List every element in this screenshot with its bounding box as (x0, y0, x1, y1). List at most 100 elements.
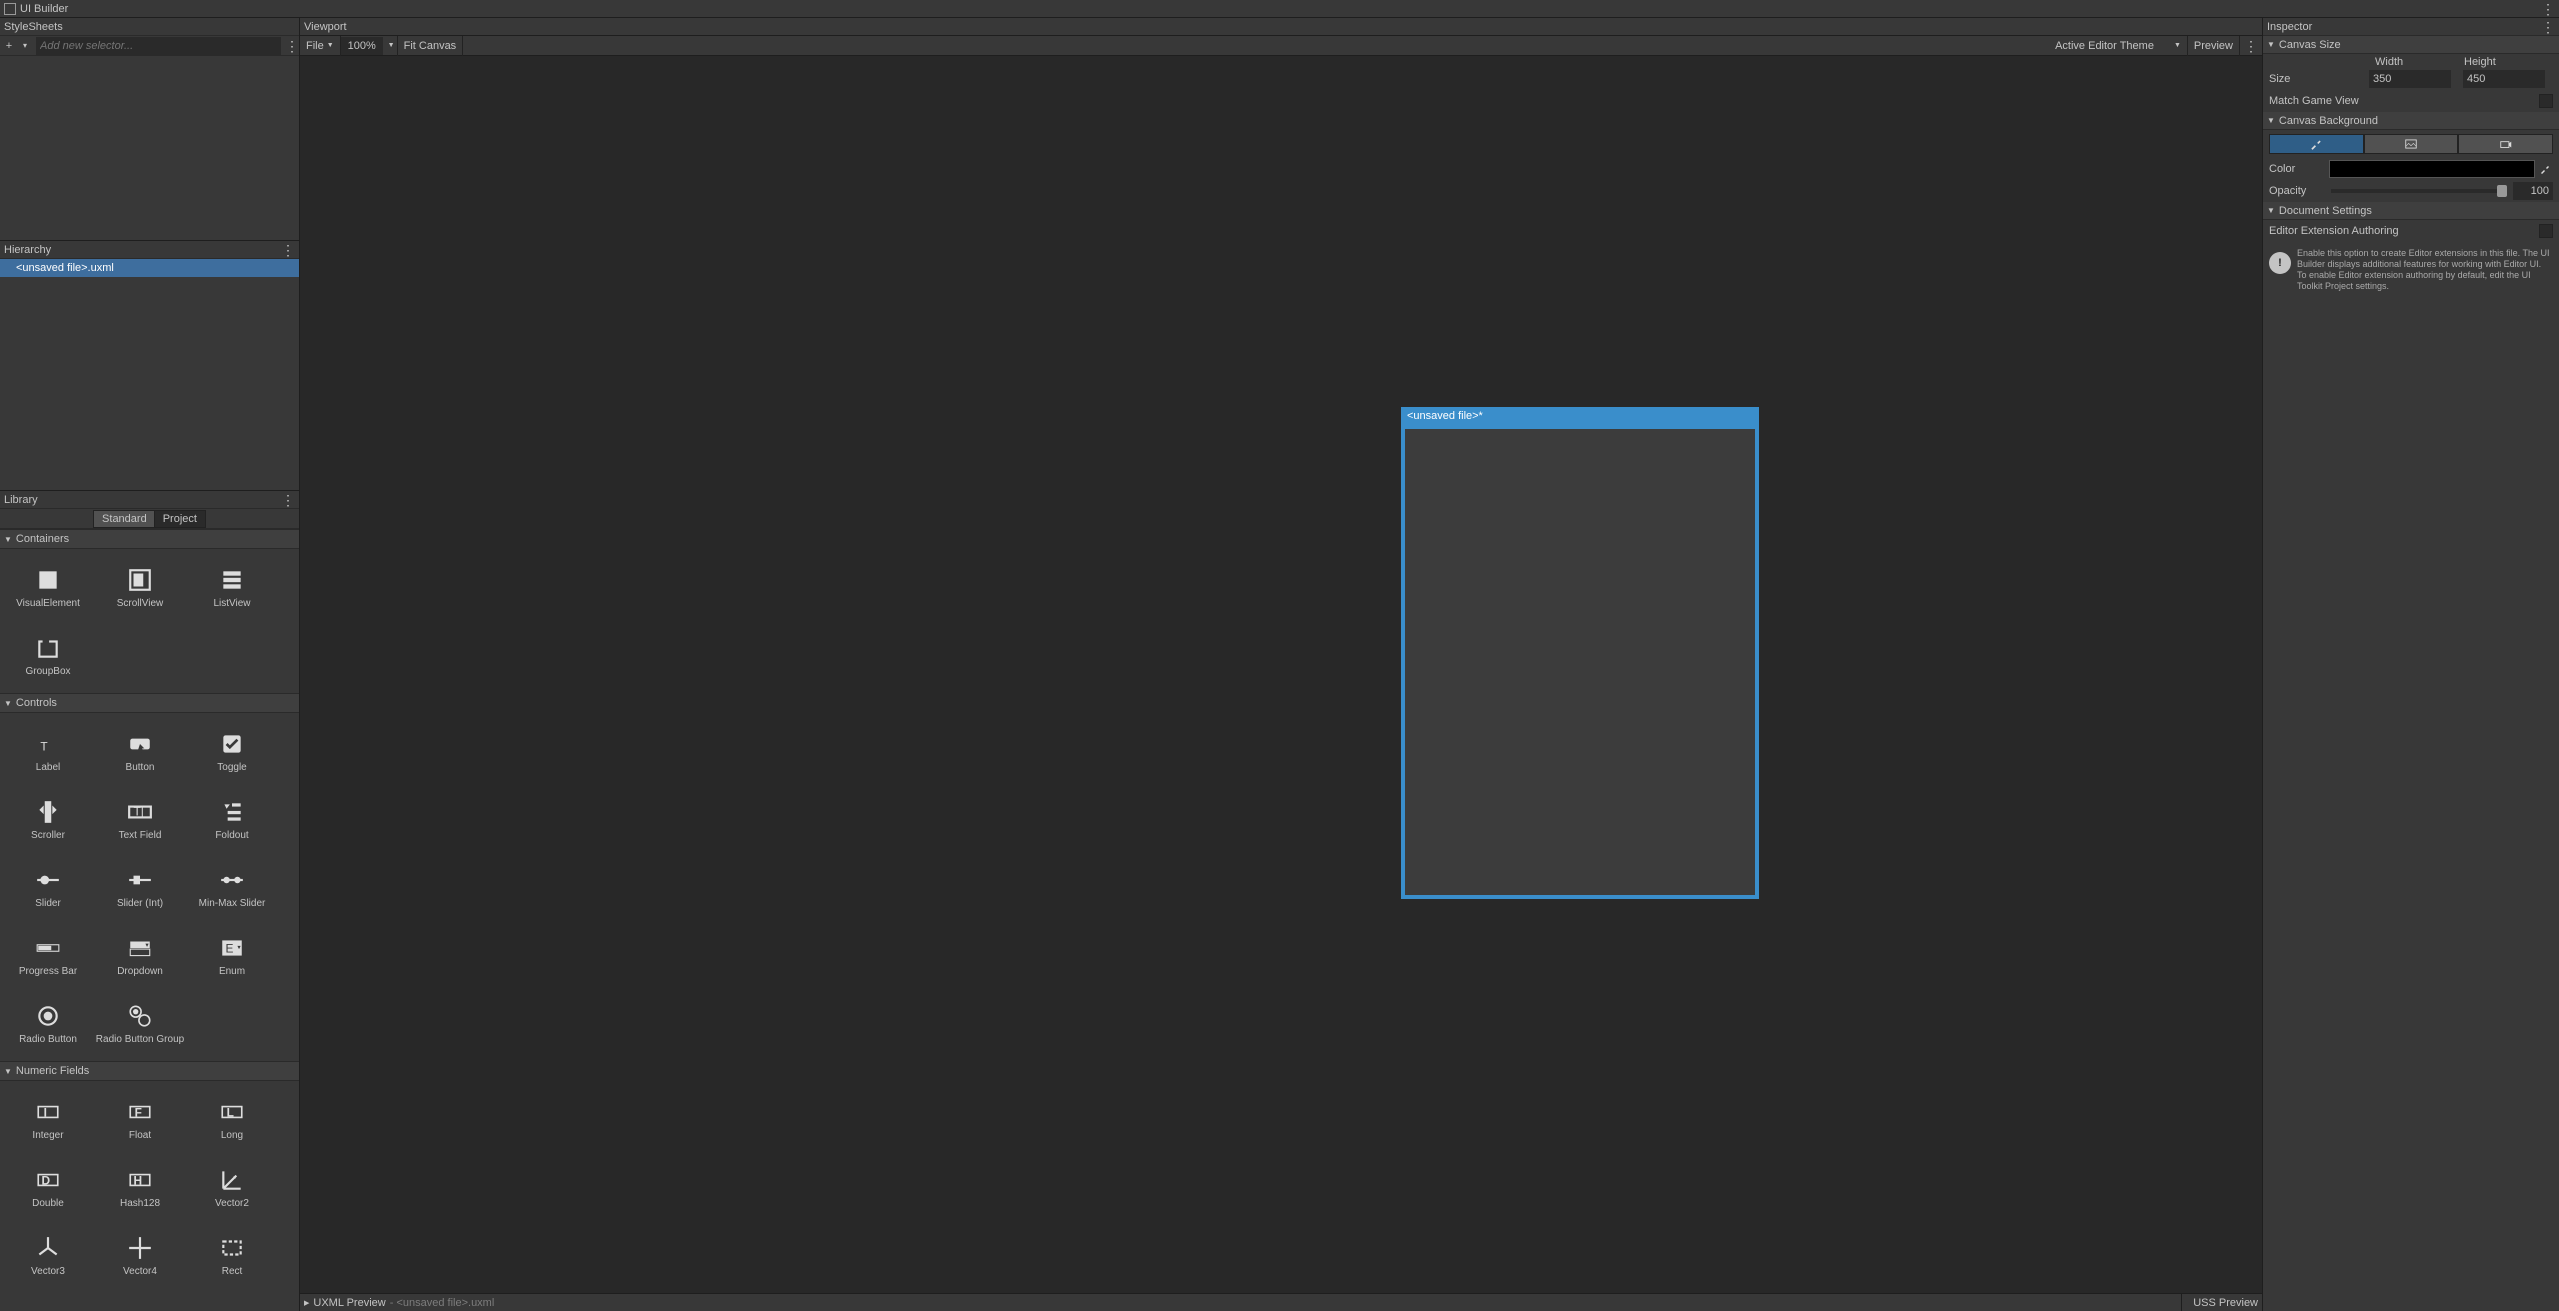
canvas-inner[interactable] (1405, 429, 1755, 895)
viewport-toolbar: File ▼ ▼ Fit Canvas Active Editor Theme … (300, 36, 2262, 56)
svg-text:E: E (226, 941, 234, 955)
canvas-title-bar[interactable]: <unsaved file>* (1401, 407, 1759, 425)
lib-progressbar[interactable]: Progress Bar (2, 921, 94, 989)
tab-project[interactable]: Project (154, 510, 206, 528)
hierarchy-root-label: <unsaved file>.uxml (16, 262, 114, 274)
title-bar: UI Builder ⋮ (0, 0, 2559, 18)
lib-toggle[interactable]: Toggle (186, 717, 278, 785)
app-title: UI Builder (20, 3, 2541, 15)
category-containers[interactable]: ▼ Containers (0, 529, 299, 549)
integer-icon: I (34, 1098, 62, 1126)
section-canvas-background[interactable]: ▼ Canvas Background (2263, 112, 2559, 130)
inspector-title: Inspector (2267, 21, 2312, 33)
color-swatch[interactable] (2329, 160, 2535, 178)
bg-tab-image[interactable] (2364, 134, 2459, 154)
lib-scrollview[interactable]: ScrollView (94, 553, 186, 621)
category-controls[interactable]: ▼ Controls (0, 693, 299, 713)
double-icon: D (34, 1166, 62, 1194)
width-field[interactable] (2369, 70, 2451, 88)
library-menu-icon[interactable]: ⋮ (281, 495, 295, 505)
enum-icon: E (218, 934, 246, 962)
lib-listview[interactable]: ListView (186, 553, 278, 621)
slider-thumb[interactable] (2497, 185, 2507, 197)
fit-canvas-button[interactable]: Fit Canvas (398, 36, 464, 56)
lib-vector2[interactable]: Vector2 (186, 1153, 278, 1221)
visualelement-icon (34, 566, 62, 594)
category-numeric[interactable]: ▼ Numeric Fields (0, 1061, 299, 1081)
lib-minmaxslider[interactable]: Min-Max Slider (186, 853, 278, 921)
lib-groupbox[interactable]: GroupBox (2, 621, 94, 689)
app-menu-icon[interactable]: ⋮ (2541, 4, 2555, 14)
lib-float[interactable]: FFloat (94, 1085, 186, 1153)
canvas-outline[interactable]: <unsaved file>* (1401, 425, 1759, 899)
zoom-input[interactable] (341, 37, 383, 55)
lib-rect[interactable]: Rect (186, 1221, 278, 1289)
lib-vector4[interactable]: Vector4 (94, 1221, 186, 1289)
lib-label[interactable]: TLabel (2, 717, 94, 785)
library-scroll[interactable]: ▼ Containers VisualElement ScrollView Li… (0, 529, 299, 1311)
viewport-menu-icon[interactable]: ⋮ (2240, 41, 2262, 51)
theme-dropdown[interactable]: Active Editor Theme ▼ (2049, 36, 2188, 56)
zoom-dropdown-button[interactable]: ▼ (383, 36, 398, 56)
lib-foldout[interactable]: Foldout (186, 785, 278, 853)
bg-tab-color[interactable] (2269, 134, 2364, 154)
file-menu-button[interactable]: File ▼ (300, 36, 341, 56)
section-document-settings[interactable]: ▼ Document Settings (2263, 202, 2559, 220)
inspector-menu-icon[interactable]: ⋮ (2541, 22, 2555, 32)
viewport-title: Viewport (304, 21, 347, 33)
eyedropper-icon (2309, 137, 2323, 151)
opacity-field[interactable] (2513, 182, 2553, 200)
lib-textfield[interactable]: T|Text Field (94, 785, 186, 853)
uss-preview-panel[interactable]: USS Preview (2182, 1294, 2262, 1311)
uxml-preview-panel[interactable]: ▶ UXML Preview - <unsaved file>.uxml (300, 1294, 2182, 1311)
minmaxslider-icon (218, 866, 246, 894)
lib-sliderint[interactable]: Slider (Int) (94, 853, 186, 921)
eyedropper-button[interactable] (2537, 160, 2553, 178)
preview-button[interactable]: Preview (2188, 36, 2240, 56)
uxml-preview-label: UXML Preview (313, 1297, 385, 1309)
foldout-arrow-icon: ▼ (4, 699, 12, 708)
svg-text:T|: T| (134, 804, 144, 818)
ext-authoring-info: Enable this option to create Editor exte… (2297, 248, 2553, 292)
foldout-arrow-icon: ▼ (2267, 206, 2275, 215)
ext-authoring-checkbox[interactable] (2539, 224, 2553, 238)
foldout-icon (218, 798, 246, 826)
tab-standard[interactable]: Standard (93, 510, 156, 528)
lib-long[interactable]: LLong (186, 1085, 278, 1153)
lib-integer[interactable]: IInteger (2, 1085, 94, 1153)
height-field[interactable] (2463, 70, 2545, 88)
hash128-icon: H (126, 1166, 154, 1194)
lib-enum[interactable]: EEnum (186, 921, 278, 989)
vector3-icon (34, 1234, 62, 1262)
hierarchy-root-item[interactable]: <unsaved file>.uxml (0, 259, 299, 277)
selector-input[interactable] (40, 40, 277, 52)
opacity-slider[interactable] (2331, 189, 2507, 193)
vector4-icon (126, 1234, 154, 1262)
viewport-canvas-area[interactable]: <unsaved file>* (300, 56, 2262, 1293)
section-canvas-size[interactable]: ▼ Canvas Size (2263, 36, 2559, 54)
lib-scroller[interactable]: Scroller (2, 785, 94, 853)
lib-button[interactable]: Button (94, 717, 186, 785)
lib-visualelement[interactable]: VisualElement (2, 553, 94, 621)
chevron-down-icon: ▼ (388, 42, 395, 49)
foldout-arrow-icon: ▼ (4, 1067, 12, 1076)
hierarchy-menu-icon[interactable]: ⋮ (281, 245, 295, 255)
svg-text:D: D (42, 1173, 51, 1187)
stylesheets-menu-icon[interactable]: ⋮ (285, 41, 299, 51)
stylesheet-dropdown-icon[interactable]: ▾ (16, 37, 34, 55)
lib-slider[interactable]: Slider (2, 853, 94, 921)
stylesheets-title: StyleSheets (4, 21, 295, 33)
bg-tab-camera[interactable] (2458, 134, 2553, 154)
width-header-label: Width (2375, 56, 2464, 68)
toggle-icon (218, 730, 246, 758)
button-icon (126, 730, 154, 758)
lib-dropdown[interactable]: Dropdown (94, 921, 186, 989)
lib-radiobuttongroup[interactable]: Radio Button Group (94, 989, 186, 1057)
lib-vector3[interactable]: Vector3 (2, 1221, 94, 1289)
lib-radiobutton[interactable]: Radio Button (2, 989, 94, 1057)
match-gameview-checkbox[interactable] (2539, 94, 2553, 108)
lib-hash128[interactable]: HHash128 (94, 1153, 186, 1221)
uxml-preview-path: - <unsaved file>.uxml (390, 1297, 495, 1309)
lib-double[interactable]: DDouble (2, 1153, 94, 1221)
match-gameview-label: Match Game View (2269, 95, 2539, 107)
